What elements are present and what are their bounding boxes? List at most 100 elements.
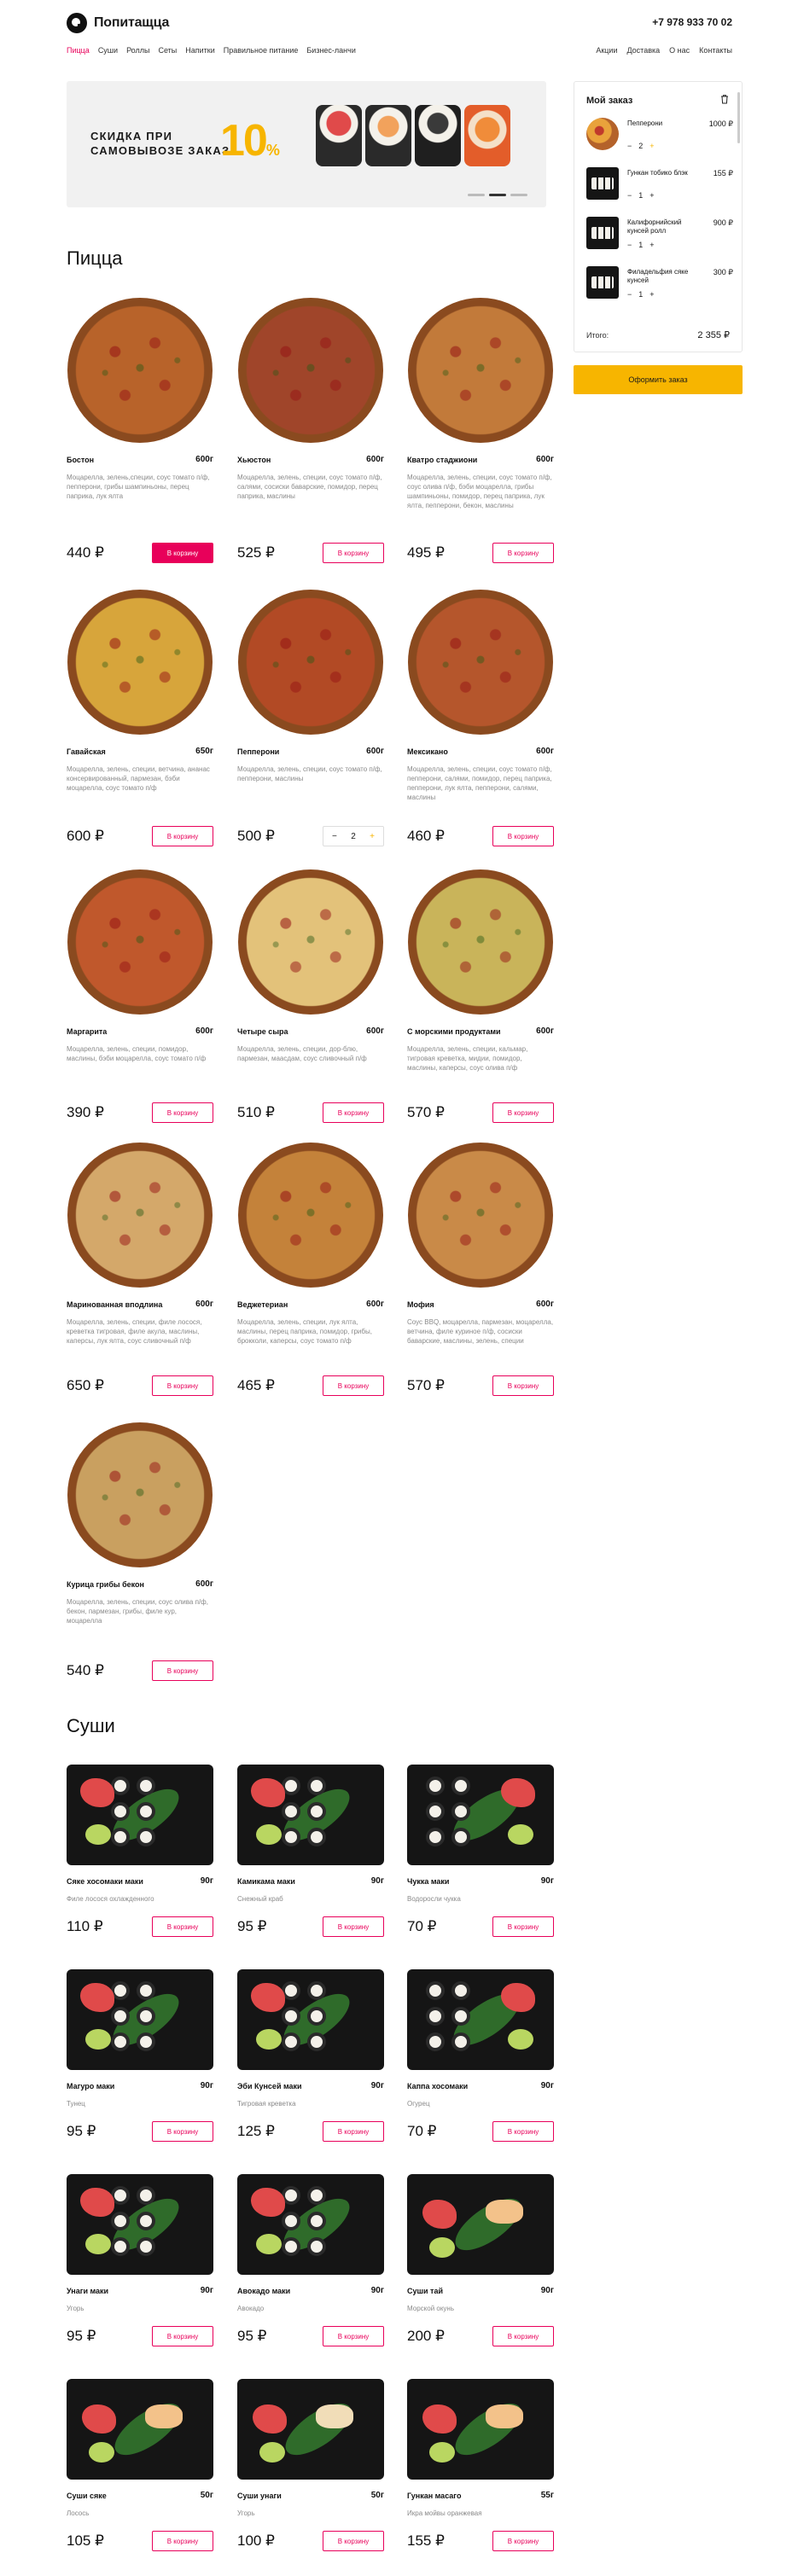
pizza-image[interactable] [237, 1142, 384, 1288]
add-to-cart-button[interactable]: В корзину [492, 826, 554, 846]
cart-scrollbar[interactable] [737, 92, 740, 143]
minus-button[interactable]: − [627, 191, 632, 200]
sushi-image[interactable] [407, 1765, 554, 1865]
add-to-cart-button[interactable]: В корзину [492, 2531, 554, 2551]
nav-item[interactable]: Контакты [699, 46, 732, 55]
plus-button[interactable]: + [649, 241, 654, 249]
add-to-cart-button[interactable]: В корзину [492, 1102, 554, 1123]
pizza-image[interactable] [237, 589, 384, 736]
cart-item: Филадельфия сяке кунсей 300 ₽ −1 + [586, 266, 733, 309]
product-description: Моцарелла, зелень, специи, соус олива п/… [67, 1598, 208, 1625]
add-to-cart-button[interactable]: В корзину [323, 1916, 384, 1937]
pizza-image[interactable] [67, 589, 213, 736]
product-card: Мофия 600г Соус BBQ, моцарелла, пармезан, … [407, 1142, 554, 1415]
add-to-cart-button[interactable]: В корзину [323, 2531, 384, 2551]
minus-button[interactable]: − [332, 832, 337, 841]
checkout-button[interactable]: Оформить заказ [574, 365, 743, 394]
sushi-image[interactable] [67, 2174, 213, 2275]
sushi-roll [282, 2212, 300, 2230]
pizza-image[interactable] [67, 1422, 213, 1568]
banner-dot[interactable] [468, 194, 485, 196]
sushi-roll [111, 1828, 130, 1846]
product-description: Моцарелла, зелень, специи, лук ялта, мас… [237, 1318, 372, 1345]
pizza-photo [67, 1143, 213, 1288]
pizza-image[interactable] [407, 589, 554, 736]
banner-dot[interactable] [489, 194, 506, 196]
logo[interactable]: Попитащца [67, 12, 169, 34]
nav-item[interactable]: Доставка [626, 46, 660, 55]
sushi-roll [282, 2007, 300, 2026]
nav-item[interactable]: Сеты [158, 46, 177, 55]
plus-button[interactable]: + [649, 191, 654, 200]
nav-item[interactable]: Правильное питание [224, 46, 299, 55]
sushi-image[interactable] [407, 1969, 554, 2070]
trash-icon[interactable] [719, 94, 730, 104]
add-to-cart-button[interactable]: В корзину [492, 2326, 554, 2346]
nav-item[interactable]: Суши [98, 46, 118, 55]
plus-button[interactable]: + [649, 142, 654, 150]
add-to-cart-button[interactable]: В корзину [323, 1375, 384, 1396]
sushi-image[interactable] [407, 2379, 554, 2480]
add-to-cart-button[interactable]: В корзину [492, 1916, 554, 1937]
nav-item[interactable]: О нас [669, 46, 690, 55]
product-name: Пепперони [237, 747, 280, 756]
sushi-image[interactable] [67, 1969, 213, 2070]
pizza-image[interactable] [237, 297, 384, 444]
nav-item[interactable]: Пицца [67, 46, 90, 55]
add-to-cart-button[interactable]: В корзину [152, 1375, 213, 1396]
sushi-image[interactable] [67, 1765, 213, 1865]
add-to-cart-button[interactable]: В корзину [323, 2326, 384, 2346]
pizza-image[interactable] [67, 869, 213, 1015]
cart-item-price: 300 ₽ [713, 268, 733, 276]
pizza-image[interactable] [67, 297, 213, 444]
minus-button[interactable]: − [627, 290, 632, 299]
minus-button[interactable]: − [627, 142, 632, 150]
pizza-image[interactable] [407, 869, 554, 1015]
add-to-cart-button[interactable]: В корзину [152, 1916, 213, 1937]
add-to-cart-button[interactable]: В корзину [152, 2326, 213, 2346]
add-to-cart-button[interactable]: В корзину [152, 1660, 213, 1681]
add-to-cart-button[interactable]: В корзину [323, 543, 384, 563]
add-to-cart-button[interactable]: В корзину [492, 1375, 554, 1396]
cart-item-stepper[interactable]: −1 + [627, 191, 655, 200]
cart-item-stepper[interactable]: −1 + [627, 241, 655, 249]
product-weight: 55г [540, 2491, 554, 2500]
promo-banner[interactable]: СКИДКА ПРИ САМОВЫВОЗЕ ЗАКАЗА 10% [67, 81, 546, 207]
add-to-cart-button[interactable]: В корзину [152, 1102, 213, 1123]
add-to-cart-button[interactable]: В корзину [323, 2121, 384, 2142]
cart-item-price: 900 ₽ [713, 218, 733, 227]
pizza-image[interactable] [407, 297, 554, 444]
add-to-cart-button[interactable]: В корзину [152, 2531, 213, 2551]
cart-item-stepper[interactable]: −2 + [627, 142, 655, 150]
banner-dot[interactable] [510, 194, 527, 196]
product-name: Сяке хосомаки маки [67, 1877, 143, 1886]
sushi-image[interactable] [237, 2174, 384, 2275]
product-description: Моцарелла, зелень, специи, кальмар, тигр… [407, 1045, 528, 1072]
nav-item[interactable]: Бизнес-ланчи [306, 46, 355, 55]
wasabi-garnish [85, 2234, 111, 2254]
add-to-cart-button[interactable]: В корзину [152, 826, 213, 846]
pizza-image[interactable] [407, 1142, 554, 1288]
nav-item[interactable]: Роллы [126, 46, 149, 55]
add-to-cart-button[interactable]: В корзину [323, 1102, 384, 1123]
pizza-image[interactable] [237, 869, 384, 1015]
sushi-image[interactable] [407, 2174, 554, 2275]
pizza-image[interactable] [67, 1142, 213, 1288]
cart-item-stepper[interactable]: −1 + [627, 290, 655, 299]
plus-button[interactable]: + [370, 832, 375, 841]
nav-item[interactable]: Напитки [185, 46, 215, 55]
product-name: Веджетериан [237, 1300, 288, 1309]
quantity-stepper[interactable]: − 2 + [323, 826, 384, 846]
sushi-image[interactable] [237, 2379, 384, 2480]
sushi-image[interactable] [67, 2379, 213, 2480]
sushi-image[interactable] [237, 1969, 384, 2070]
nav-item[interactable]: Акции [596, 46, 617, 55]
add-to-cart-button[interactable]: В корзину [152, 543, 213, 563]
phone-number[interactable]: +7 978 933 70 02 [652, 16, 732, 28]
plus-button[interactable]: + [649, 290, 654, 299]
add-to-cart-button[interactable]: В корзину [152, 2121, 213, 2142]
add-to-cart-button[interactable]: В корзину [492, 2121, 554, 2142]
add-to-cart-button[interactable]: В корзину [492, 543, 554, 563]
sushi-image[interactable] [237, 1765, 384, 1865]
minus-button[interactable]: − [627, 241, 632, 249]
